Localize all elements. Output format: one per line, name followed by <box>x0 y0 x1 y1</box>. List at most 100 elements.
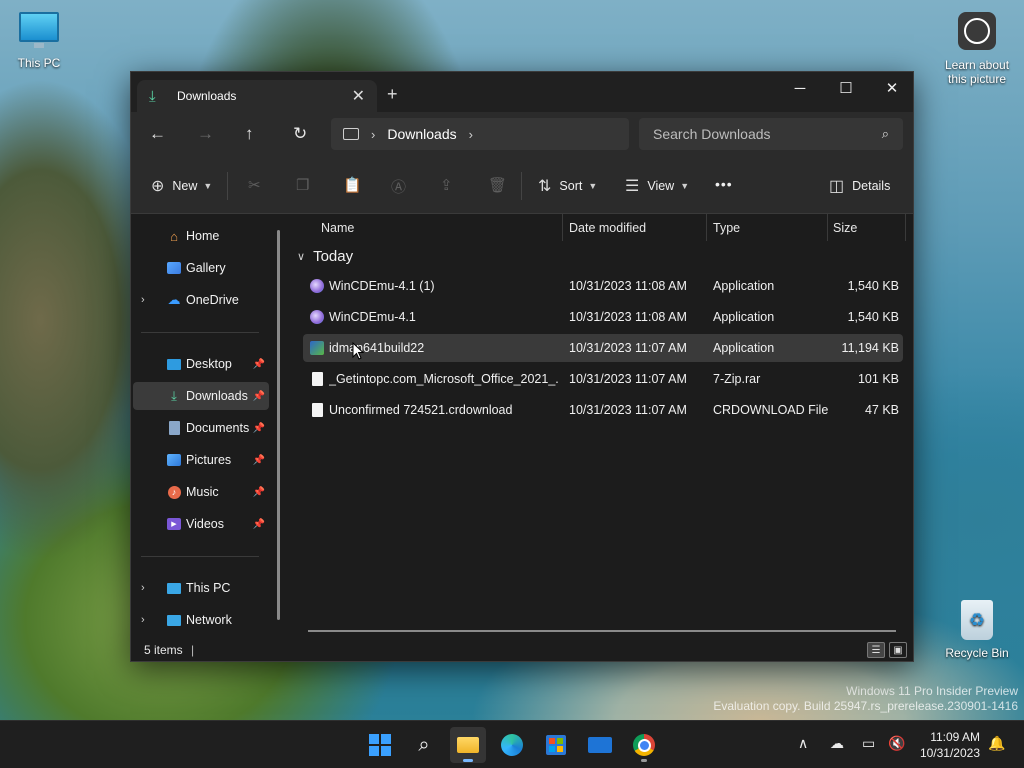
start-button[interactable] <box>362 727 398 763</box>
new-button[interactable]: ⊕ New ▼ <box>151 176 212 196</box>
group-header-today[interactable]: ∨ Today <box>297 248 353 265</box>
monitor-icon <box>19 12 59 48</box>
tiles-view-button[interactable]: ▣ <box>889 642 907 658</box>
horizontal-scrollbar[interactable] <box>308 630 896 632</box>
tab-downloads[interactable]: ⤓ Downloads ✕ <box>137 80 377 112</box>
view-icon: ☰ <box>625 178 640 195</box>
file-row[interactable]: WinCDEmu-4.1 10/31/2023 11:08 AM Applica… <box>303 303 903 331</box>
details-button[interactable]: ◫ Details <box>829 176 890 196</box>
column-divider[interactable] <box>706 214 707 241</box>
document-icon <box>309 371 325 387</box>
edge-taskbar-button[interactable] <box>494 727 530 763</box>
mail-taskbar-button[interactable] <box>582 727 618 763</box>
notification-bell-icon[interactable]: 🔔 <box>988 735 1005 752</box>
document-icon <box>309 402 325 418</box>
expand-chevron-icon[interactable]: › <box>141 614 145 626</box>
nav-item-this-pc[interactable]: › This PC <box>133 574 269 602</box>
breadcrumb-downloads[interactable]: Downloads <box>387 126 456 142</box>
copy-icon[interactable]: ❐ <box>296 176 309 194</box>
forward-button[interactable]: → <box>197 124 214 144</box>
nav-item-music[interactable]: ♪ Music 📌 <box>133 478 269 506</box>
store-taskbar-button[interactable] <box>538 727 574 763</box>
status-bar: 5 items | ☰ ▣ <box>131 639 913 661</box>
nav-item-home[interactable]: ⌂ Home <box>133 222 269 250</box>
delete-icon[interactable]: 🗑 <box>488 176 507 194</box>
column-divider[interactable] <box>562 214 563 241</box>
nav-item-downloads[interactable]: ⤓ Downloads 📌 <box>133 382 269 410</box>
volume-muted-icon[interactable]: 🔇 <box>888 735 905 752</box>
column-header-name[interactable]: Name <box>321 214 354 241</box>
paste-icon[interactable]: 📋 <box>343 176 362 194</box>
running-indicator <box>641 759 647 762</box>
search-input[interactable]: Search Downloads ⌕ <box>639 118 903 150</box>
more-options-button[interactable]: ••• <box>715 176 733 192</box>
file-type: Application <box>713 341 775 355</box>
pin-icon: 📌 <box>252 358 265 370</box>
sort-button[interactable]: ⇅ Sort ▼ <box>538 176 597 196</box>
column-header-size[interactable]: Size <box>833 214 857 241</box>
nav-item-label: OneDrive <box>186 293 239 307</box>
divider <box>521 172 522 200</box>
share-icon[interactable]: ⇪ <box>440 176 453 194</box>
nav-item-videos[interactable]: ▶ Videos 📌 <box>133 510 269 538</box>
minimize-button[interactable]: ─ <box>777 72 823 104</box>
desktop-icon-recycle-bin[interactable]: ♻ Recycle Bin <box>937 600 1017 660</box>
application-icon <box>309 278 325 294</box>
file-row[interactable]: WinCDEmu-4.1 (1) 10/31/2023 11:08 AM App… <box>303 272 903 300</box>
expand-chevron-icon[interactable]: › <box>141 294 145 306</box>
nav-scrollbar[interactable] <box>277 230 280 620</box>
rename-icon[interactable]: Ⓐ <box>391 176 406 197</box>
more-icon: ••• <box>715 176 733 192</box>
taskbar-clock[interactable]: 11:09 AM 10/31/2023 <box>920 729 980 761</box>
expand-chevron-icon[interactable]: › <box>141 582 145 594</box>
view-button[interactable]: ☰ View ▼ <box>625 176 689 196</box>
close-button[interactable]: ✕ <box>869 72 915 104</box>
clock-time: 11:09 AM <box>930 730 980 744</box>
new-tab-button[interactable]: + <box>387 84 398 105</box>
pin-icon: 📌 <box>252 454 265 466</box>
column-header-date[interactable]: Date modified <box>569 214 646 241</box>
documents-icon <box>165 420 183 436</box>
cut-icon[interactable]: ✂ <box>248 176 261 194</box>
display-icon[interactable]: ▭ <box>862 735 875 752</box>
close-tab-icon[interactable]: ✕ <box>352 86 365 106</box>
desktop-icon-learn-about-picture[interactable]: Learn about this picture <box>937 12 1017 86</box>
desktop-icon-this-pc[interactable]: This PC <box>1 12 77 70</box>
music-icon: ♪ <box>165 484 183 500</box>
column-header-type[interactable]: Type <box>713 214 740 241</box>
chevron-down-icon: ▼ <box>203 181 213 191</box>
nav-item-network[interactable]: › Network <box>133 606 269 634</box>
tab-bar: ⤓ Downloads ✕ + ─ ☐ ✕ <box>131 72 913 112</box>
chrome-taskbar-button[interactable] <box>626 727 662 763</box>
search-button[interactable]: ⌕ <box>406 727 442 763</box>
search-icon: ⌕ <box>881 126 889 141</box>
back-button[interactable]: ← <box>149 124 166 144</box>
column-divider[interactable] <box>905 214 906 241</box>
column-divider[interactable] <box>827 214 828 241</box>
nav-item-desktop[interactable]: Desktop 📌 <box>133 350 269 378</box>
watermark-line: Windows 11 Pro Insider Preview <box>846 684 1018 698</box>
breadcrumb[interactable]: › Downloads › <box>331 118 629 150</box>
refresh-button[interactable]: ↻ <box>293 124 307 144</box>
maximize-button[interactable]: ☐ <box>823 72 869 104</box>
onedrive-status-icon[interactable]: ☁ <box>830 735 844 752</box>
up-button[interactable]: ↑ <box>245 124 254 144</box>
chevron-right-icon[interactable]: › <box>469 127 473 142</box>
nav-item-label: This PC <box>186 581 231 595</box>
file-explorer-taskbar-button[interactable] <box>450 727 486 763</box>
file-list: Name Date modified Type Size ∨ Today Win… <box>291 214 913 639</box>
nav-item-pictures[interactable]: Pictures 📌 <box>133 446 269 474</box>
show-hidden-icons-chevron-icon[interactable]: ∧ <box>798 735 808 752</box>
nav-item-gallery[interactable]: Gallery <box>133 254 269 282</box>
file-name: _Getintopc.com_Microsoft_Office_2021_... <box>329 372 559 386</box>
file-row[interactable]: Unconfirmed 724521.crdownload 10/31/2023… <box>303 396 903 424</box>
pin-icon: 📌 <box>252 518 265 530</box>
nav-item-onedrive[interactable]: › ☁ OneDrive <box>133 286 269 314</box>
file-row[interactable]: _Getintopc.com_Microsoft_Office_2021_...… <box>303 365 903 393</box>
details-view-button[interactable]: ☰ <box>867 642 885 658</box>
file-row-selected[interactable]: idman641build22 10/31/2023 11:07 AM Appl… <box>303 334 903 362</box>
command-bar: ⊕ New ▼ ✂ ❐ 📋 Ⓐ ⇪ 🗑 ⇅ Sort ▼ ☰ View ▼ ••… <box>131 158 913 214</box>
active-indicator <box>463 759 473 762</box>
chevron-right-icon[interactable]: › <box>371 127 375 142</box>
nav-item-documents[interactable]: Documents 📌 <box>133 414 269 442</box>
